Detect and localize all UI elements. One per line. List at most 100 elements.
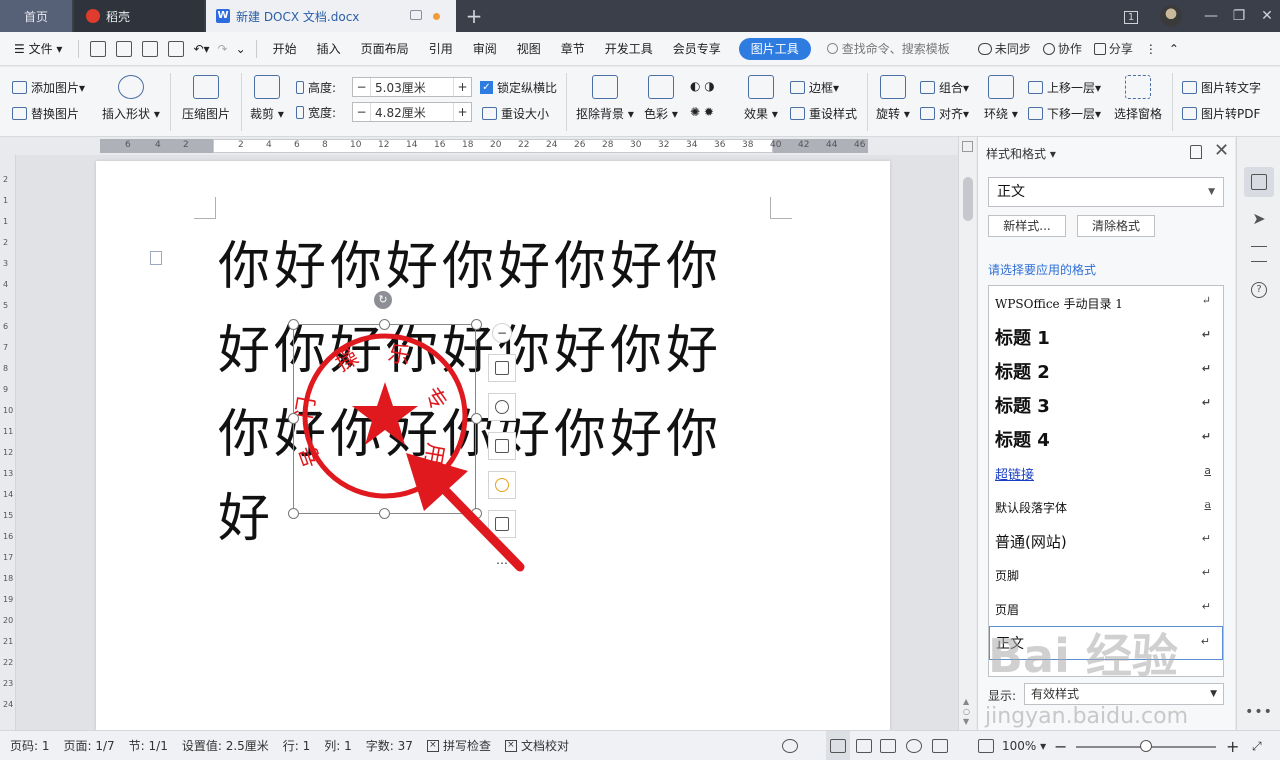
add-picture-button[interactable]: 添加图片 ▾ [12, 79, 85, 96]
read-view-icon[interactable] [880, 731, 896, 760]
close-window-button[interactable]: ✕ [1252, 0, 1280, 32]
reset-size-button[interactable]: 重设大小 [482, 105, 549, 122]
height-decrease[interactable]: − [353, 78, 371, 96]
brightness-buttons[interactable]: ◐ ◑ [690, 79, 715, 93]
menu-insert[interactable]: 插入 [307, 32, 351, 66]
print-icon[interactable] [142, 40, 159, 57]
lock-ratio-checkbox[interactable]: ✓ 锁定纵横比 [480, 79, 557, 96]
crop-button[interactable]: 裁剪 ▾ [250, 71, 284, 122]
file-menu[interactable]: ☰ 文件 ▾ [0, 32, 72, 66]
avatar[interactable] [1160, 5, 1182, 27]
menu-references[interactable]: 引用 [419, 32, 463, 66]
height-stepper[interactable]: −5.03厘米 + [352, 77, 472, 97]
pic-to-pdf-button[interactable]: 图片转PDF [1182, 105, 1260, 122]
resize-handle[interactable] [471, 319, 482, 330]
rotate-handle-icon[interactable]: ↻ [374, 291, 392, 309]
color-button[interactable]: 色彩 ▾ [644, 71, 678, 122]
proofread-button[interactable]: × 文档校对 [498, 737, 576, 754]
status-page-number[interactable]: 页码: 1 [0, 737, 57, 754]
page-view-icon[interactable] [826, 731, 850, 760]
horizontal-ruler[interactable]: 6 4 2 2 4 6 8 10 12 14 16 18 20 22 24 26 28 30 32 34 36 38 40 4… [0, 137, 958, 155]
resize-handle[interactable] [288, 508, 299, 519]
zoom-level[interactable]: 100% ▾ [1002, 731, 1046, 760]
eye-protect-icon[interactable] [782, 731, 798, 760]
reset-style-button[interactable]: 重设样式 [790, 105, 857, 122]
outline-view-icon[interactable] [856, 731, 872, 760]
share-button[interactable]: 分享 [1088, 40, 1139, 57]
customize-icon[interactable]: ⌄ [232, 32, 250, 66]
style-item-normal-web[interactable]: 普通(网站) ↵ [989, 524, 1223, 558]
undo-icon[interactable]: ↶▾ [189, 32, 213, 66]
pic-to-text-button[interactable]: 图片转文字 [1182, 79, 1261, 96]
status-word-count[interactable]: 字数: 37 [359, 737, 420, 754]
menu-layout[interactable]: 页面布局 [351, 32, 419, 66]
border-button[interactable]: 边框 ▾ [790, 79, 839, 96]
style-pane-button[interactable] [1244, 167, 1274, 197]
status-col[interactable]: 列: 1 [317, 737, 359, 754]
status-row[interactable]: 行: 1 [276, 737, 318, 754]
style-list[interactable]: WPSOffice 手动目录 1 ↵ 标题 1 ↵ 标题 2 ↵ 标题 3 ↵ 标题 4… [988, 285, 1224, 677]
fit-page-icon[interactable] [978, 731, 994, 760]
style-item-footer[interactable]: 页脚 ↵ [989, 558, 1223, 592]
style-item-hyperlink[interactable]: 超链接 a [989, 456, 1223, 490]
menu-home[interactable]: 开始 [263, 32, 307, 66]
align-button[interactable]: 对齐 ▾ [920, 105, 969, 122]
menu-section[interactable]: 章节 [551, 32, 595, 66]
status-pages[interactable]: 页面: 1/7 [57, 737, 122, 754]
bring-forward-button[interactable]: 上移一层 ▾ [1028, 79, 1101, 96]
current-style-select[interactable]: 正文 ▼ [988, 177, 1224, 207]
selection-pane-button[interactable]: 选择窗格 [1114, 71, 1162, 122]
resize-handle[interactable] [471, 413, 482, 424]
more-menu-icon[interactable]: ⋮ [1139, 32, 1163, 66]
replace-picture-button[interactable]: 替换图片 [12, 105, 79, 122]
effect-button[interactable]: 效果 ▾ [744, 71, 778, 122]
tab-home[interactable]: 首页 [0, 0, 72, 32]
more-icon[interactable]: ••• [1244, 697, 1274, 727]
new-style-button[interactable]: 新样式... [988, 215, 1066, 237]
save-icon[interactable] [90, 40, 107, 57]
sync-button[interactable]: 未同步 [972, 40, 1037, 57]
paragraph-icon[interactable] [150, 251, 162, 265]
style-item-heading1[interactable]: 标题 1 ↵ [989, 320, 1223, 354]
new-tab-button[interactable]: + [462, 4, 486, 28]
page-count-icon[interactable]: 1 [1116, 0, 1146, 32]
resize-handle[interactable] [288, 319, 299, 330]
menu-developer[interactable]: 开发工具 [595, 32, 663, 66]
select-pane-button[interactable]: ➤ [1244, 203, 1274, 233]
width-decrease[interactable]: − [353, 103, 371, 121]
tab-document[interactable]: W 新建 DOCX 文档.docx [206, 0, 456, 32]
tab-docer[interactable]: 稻壳 [74, 0, 204, 32]
fullscreen-icon[interactable]: ⤢ [1252, 731, 1262, 760]
layout-options-button[interactable] [488, 354, 516, 382]
document-canvas[interactable]: 你好你好你好你好你 好你好你好你好你好 你好你好你好你好你 好 操 乐 专 用 … [16, 155, 958, 730]
style-item-heading3[interactable]: 标题 3 ↵ [989, 388, 1223, 422]
zoom-in-button[interactable]: + [1226, 731, 1239, 760]
restore-button[interactable]: ❐ [1224, 0, 1254, 32]
collab-button[interactable]: 协作 [1037, 40, 1088, 57]
style-item-heading2[interactable]: 标题 2 ↵ [989, 354, 1223, 388]
collapse-toolbar-icon[interactable]: − [492, 323, 512, 343]
zoom-picture-button[interactable] [488, 393, 516, 421]
help-button[interactable]: ? [1244, 275, 1274, 305]
remove-background-button[interactable]: 抠除背景 ▾ [576, 71, 634, 122]
compress-picture-button[interactable]: 压缩图片 [182, 71, 230, 122]
pin-icon[interactable] [1190, 145, 1202, 159]
print-preview-icon[interactable] [168, 40, 185, 57]
close-icon[interactable]: ✕ [1214, 140, 1229, 161]
spell-check-button[interactable]: × 拼写检查 [420, 737, 498, 754]
menu-view[interactable]: 视图 [507, 32, 551, 66]
show-filter-select[interactable]: 有效样式 ▼ [1024, 683, 1224, 705]
width-stepper[interactable]: −4.82厘米 + [352, 102, 472, 122]
style-item-toc[interactable]: WPSOffice 手动目录 1 ↵ [989, 286, 1223, 320]
properties-button[interactable] [1244, 239, 1274, 269]
resize-handle[interactable] [379, 319, 390, 330]
status-setting[interactable]: 设置值: 2.5厘米 [175, 737, 276, 754]
resize-handle[interactable] [379, 508, 390, 519]
zoom-slider-handle[interactable] [1140, 740, 1152, 752]
clear-format-button[interactable]: 清除格式 [1077, 215, 1155, 237]
scroll-thumb[interactable] [963, 177, 973, 221]
page-nav-icon[interactable]: ▲ ○ ▼ [963, 697, 970, 727]
send-backward-button[interactable]: 下移一层 ▾ [1028, 105, 1101, 122]
collapse-ribbon-icon[interactable]: ⌃ [1163, 32, 1185, 66]
command-search[interactable]: 查找命令、搜索模板 [819, 40, 958, 57]
